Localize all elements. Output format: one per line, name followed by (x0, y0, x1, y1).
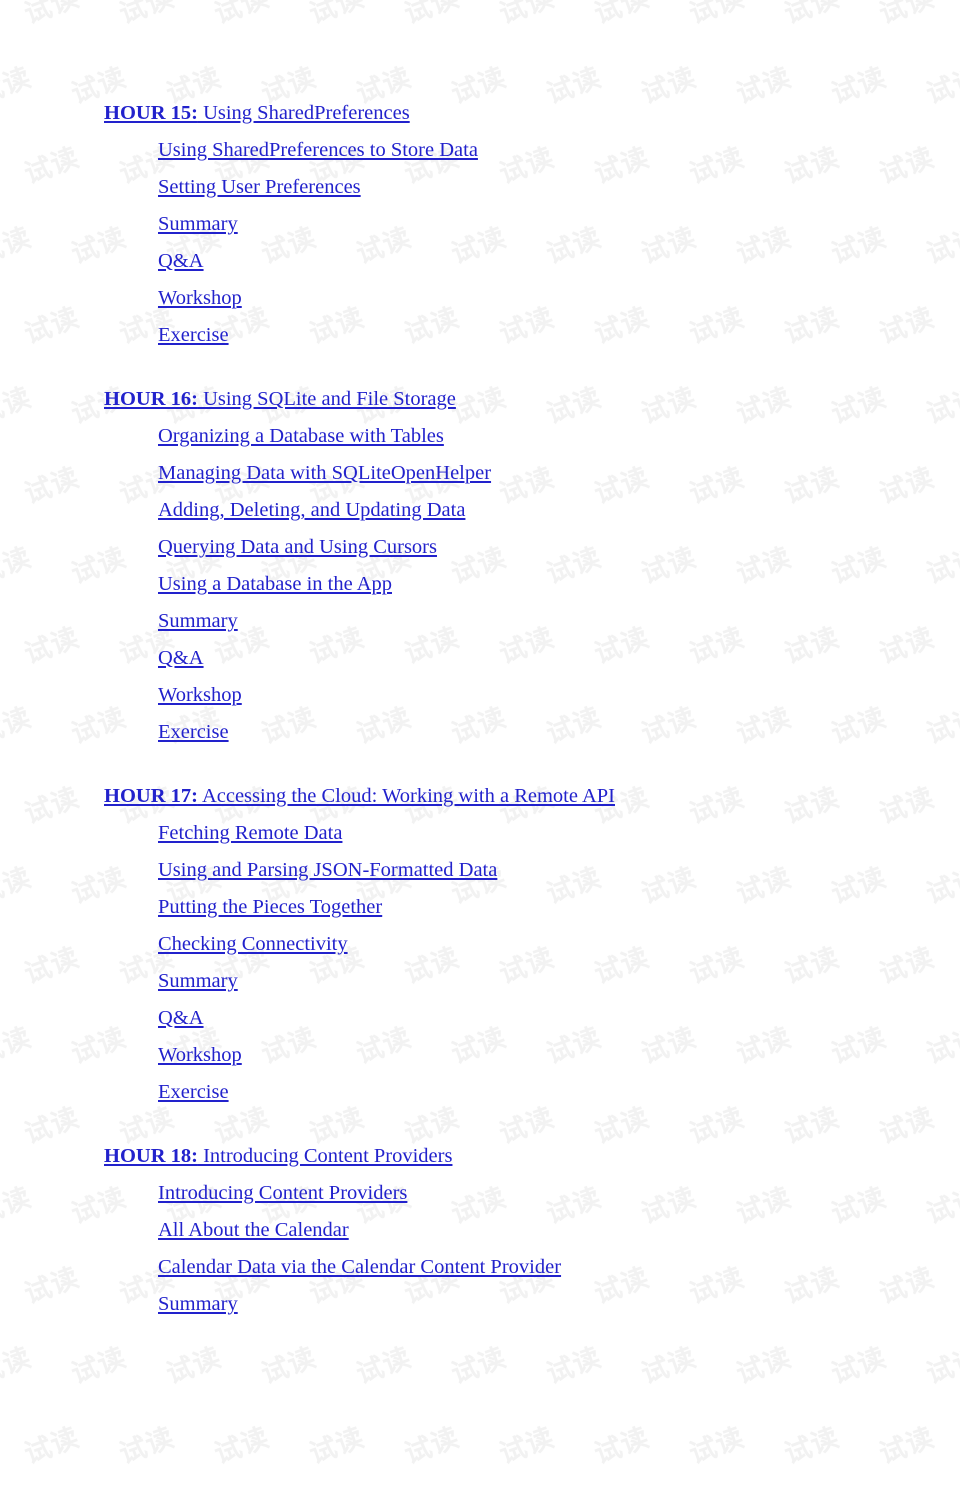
watermark-row: 试读试读试读试读试读试读试读试读试读试读试读试读试读试读 (0, 1480, 960, 1500)
toc-entry-link[interactable]: Checking Connectivity (158, 926, 348, 963)
watermark-text: 试读 (875, 1422, 939, 1471)
toc-entry-link[interactable]: Managing Data with SQLiteOpenHelper (158, 455, 491, 492)
toc-entry-link[interactable]: Putting the Pieces Together (158, 889, 382, 926)
toc-entry-link[interactable]: Q&A (158, 640, 204, 677)
watermark-text: 试读 (534, 1466, 651, 1500)
hour-title: Using SharedPreferences (197, 102, 410, 124)
watermark-text: 试读 (780, 1422, 844, 1471)
toc-entry-link[interactable]: Exercise (158, 317, 229, 354)
watermark-text: 试读 (20, 1422, 84, 1471)
watermark-text: 试读 (590, 1422, 654, 1471)
hour-label: HOUR 15: (104, 102, 198, 124)
toc-sections: HOUR 15: Using SharedPreferences Using Sh… (0, 95, 960, 1323)
toc-entry-link[interactable]: Workshop (158, 677, 242, 714)
toc-entry-link[interactable]: Setting User Preferences (158, 169, 361, 206)
toc-entry-link[interactable]: Using a Database in the App (158, 566, 392, 603)
toc-entry-link[interactable]: Using and Parsing JSON-Formatted Data (158, 852, 497, 889)
watermark-text: 试读 (914, 1466, 960, 1500)
toc-entry-link[interactable]: Calendar Data via the Calendar Content P… (158, 1249, 561, 1286)
watermark-text: 试读 (400, 1422, 464, 1471)
hour-title: Introducing Content Providers (197, 1145, 453, 1167)
hour-label: HOUR 16: (104, 388, 198, 410)
toc-section: HOUR 16: Using SQLite and File Storage Or… (0, 381, 960, 751)
toc-section: HOUR 15: Using SharedPreferences Using Sh… (0, 95, 960, 354)
toc-entry-link[interactable]: Summary (158, 206, 238, 243)
toc-entry-link[interactable]: Summary (158, 963, 238, 1000)
toc-entry-link[interactable]: All About the Calendar (158, 1212, 349, 1249)
watermark-text: 试读 (210, 1422, 274, 1471)
watermark-text: 试读 (439, 1466, 556, 1500)
hour-label: HOUR 17: (104, 785, 198, 807)
hour-title: Using SQLite and File Storage (197, 388, 456, 410)
watermark-text: 试读 (819, 1466, 936, 1500)
toc-entry-link[interactable]: Workshop (158, 280, 242, 317)
toc-section: HOUR 18: Introducing Content Providers In… (0, 1138, 960, 1323)
toc-entry-link[interactable]: Exercise (158, 1074, 229, 1111)
table-of-contents: HOUR 15: Using SharedPreferences Using Sh… (0, 0, 960, 1323)
watermark-text: 试读 (685, 1422, 749, 1471)
toc-entry-link[interactable]: Querying Data and Using Cursors (158, 529, 437, 566)
watermark-text: 试读 (0, 1386, 34, 1494)
hour-heading-link[interactable]: HOUR 15: Using SharedPreferences (104, 95, 960, 132)
toc-entry-link[interactable]: Summary (158, 1286, 238, 1323)
toc-entry-link[interactable]: Fetching Remote Data (158, 815, 342, 852)
hour-heading-link[interactable]: HOUR 18: Introducing Content Providers (104, 1138, 960, 1175)
hour-heading-link[interactable]: HOUR 17: Accessing the Cloud: Working wi… (104, 778, 960, 815)
watermark-text: 试读 (495, 1422, 559, 1471)
watermark-text: 试读 (724, 1466, 841, 1500)
toc-entry-link[interactable]: Q&A (158, 1000, 204, 1037)
watermark-text: 试读 (115, 1422, 179, 1471)
toc-entry-link[interactable]: Q&A (158, 243, 204, 280)
hour-heading-link[interactable]: HOUR 16: Using SQLite and File Storage (104, 381, 960, 418)
watermark-text: 试读 (305, 1422, 369, 1471)
watermark-text: 试读 (0, 1466, 81, 1500)
watermark-row: 试读试读试读试读试读试读试读试读试读试读试读试读试读试读 (0, 1400, 960, 1480)
watermark-row: 试读试读试读试读试读试读试读试读试读试读试读试读试读试读 (0, 1320, 960, 1400)
toc-entry-link[interactable]: Introducing Content Providers (158, 1175, 407, 1212)
hour-label: HOUR 18: (104, 1145, 198, 1167)
page-top-spacer (0, 0, 960, 95)
toc-entry-link[interactable]: Using SharedPreferences to Store Data (158, 132, 478, 169)
watermark-text: 试读 (249, 1466, 366, 1500)
toc-entry-link[interactable]: Workshop (158, 1037, 242, 1074)
toc-entry-link[interactable]: Summary (158, 603, 238, 640)
toc-entry-link[interactable]: Adding, Deleting, and Updating Data (158, 492, 465, 529)
watermark-text: 试读 (59, 1466, 176, 1500)
toc-section: HOUR 17: Accessing the Cloud: Working wi… (0, 778, 960, 1111)
hour-title: Accessing the Cloud: Working with a Remo… (197, 785, 615, 807)
watermark-text: 试读 (344, 1466, 461, 1500)
watermark-text: 试读 (154, 1466, 271, 1500)
watermark-text: 试读 (629, 1466, 746, 1500)
toc-entry-link[interactable]: Exercise (158, 714, 229, 751)
toc-entry-link[interactable]: Organizing a Database with Tables (158, 418, 444, 455)
